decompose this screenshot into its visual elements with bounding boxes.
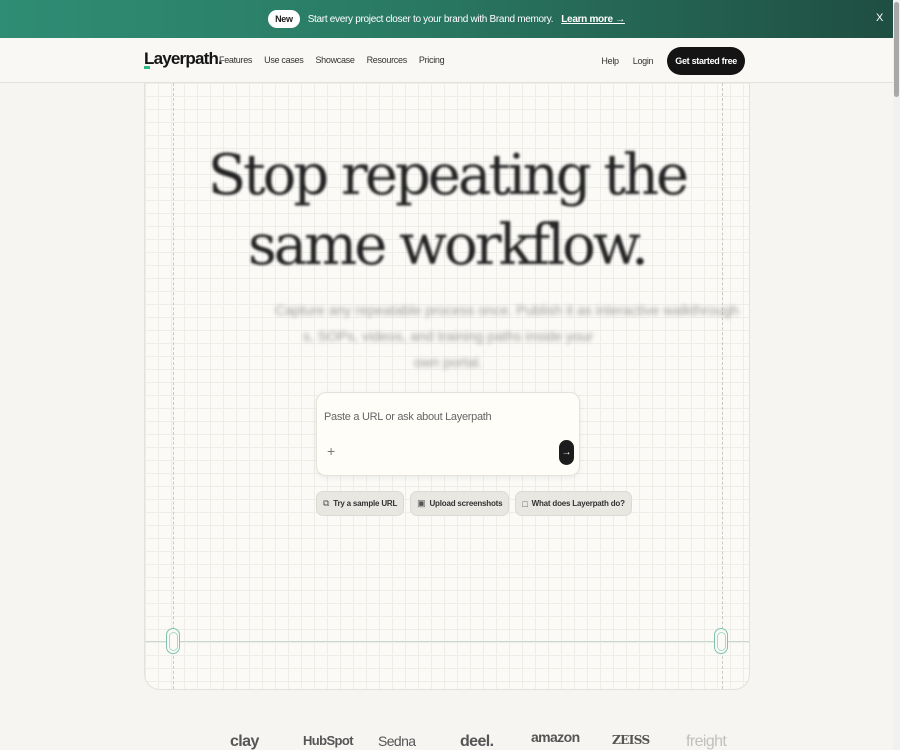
plus-icon[interactable]: + (327, 443, 335, 459)
upload-screenshots-chip[interactable]: ▣ Upload screenshots (410, 491, 510, 516)
hero-subline: Capture any repeatable process once. Pub… (275, 297, 739, 375)
headline-line-1: Stop repeating the (207, 143, 689, 208)
nav-actions: Help Login Get started free (601, 47, 745, 75)
nav-link-showcase[interactable]: Showcase (315, 55, 354, 65)
logo-mark (144, 66, 150, 69)
headline-line-2: same workflow. (248, 213, 649, 278)
logo-sedna: Sedna (378, 733, 416, 749)
nav-link-resources[interactable]: Resources (367, 55, 408, 65)
logo-clay: clay (230, 733, 259, 750)
learn-more-link[interactable]: Learn more → (561, 14, 625, 25)
guide-line-horizontal (145, 641, 749, 642)
chip-label: Try a sample URL (333, 499, 398, 508)
drag-handle-left[interactable] (166, 628, 180, 654)
logo-hubspot: HubSpot (303, 733, 354, 748)
logo-freight: freight (686, 733, 727, 750)
logo-amazon: amazon (531, 729, 580, 745)
close-icon[interactable]: X (876, 12, 883, 24)
page-scrollbar[interactable] (893, 0, 900, 750)
prompt-box[interactable]: Paste a URL or ask about Layerpath + → (316, 392, 580, 476)
logo-deel: deel. (460, 733, 494, 750)
nav-link-pricing[interactable]: Pricing (419, 55, 445, 65)
announcement-banner: New Start every project closer to your b… (0, 0, 893, 38)
nav-links: Features Use cases Showcase Resources Pr… (219, 55, 445, 65)
login-link[interactable]: Login (633, 56, 654, 66)
customer-logos: clay HubSpot Sedna deel. amazon ZEISS fr… (0, 727, 893, 750)
image-icon: ▣ (417, 498, 426, 508)
chat-icon: □ (522, 498, 528, 509)
scrollbar-thumb[interactable] (894, 2, 899, 97)
logo-zeiss: ZEISS (612, 733, 650, 747)
suggestion-chips: ⧉ Try a sample URL ▣ Upload screenshots … (316, 491, 632, 516)
layerpath-logo[interactable]: Layerpath. (144, 49, 223, 69)
top-nav: Layerpath. Features Use cases Showcase R… (0, 38, 893, 83)
subline-line-1: Capture any repeatable process once. Pub… (275, 302, 739, 318)
hero-headline: Stop repeating the same workflow. (145, 141, 749, 281)
send-arrow-icon[interactable]: → (559, 440, 574, 465)
hero-section: Stop repeating the same workflow. Captur… (144, 83, 750, 690)
new-badge: New (268, 10, 300, 28)
get-started-button[interactable]: Get started free (667, 47, 745, 75)
banner-message: Start every project closer to your brand… (307, 13, 554, 25)
nav-link-use-cases[interactable]: Use cases (264, 55, 304, 65)
drag-handle-right[interactable] (714, 628, 728, 654)
subline-line-2: s, SOPs, videos, and training paths insi… (302, 328, 594, 370)
what-does-layerpath-do-chip[interactable]: □ What does Layerpath do? (515, 491, 632, 516)
logo-text: Layerpath. (144, 49, 223, 68)
chip-label: Upload screenshots (429, 499, 503, 508)
prompt-input[interactable]: Paste a URL or ask about Layerpath (324, 411, 492, 423)
try-sample-url-chip[interactable]: ⧉ Try a sample URL (316, 491, 405, 516)
help-link[interactable]: Help (601, 56, 619, 66)
nav-link-features[interactable]: Features (219, 55, 252, 65)
chip-label: What does Layerpath do? (531, 499, 625, 508)
link-icon: ⧉ (323, 498, 330, 508)
